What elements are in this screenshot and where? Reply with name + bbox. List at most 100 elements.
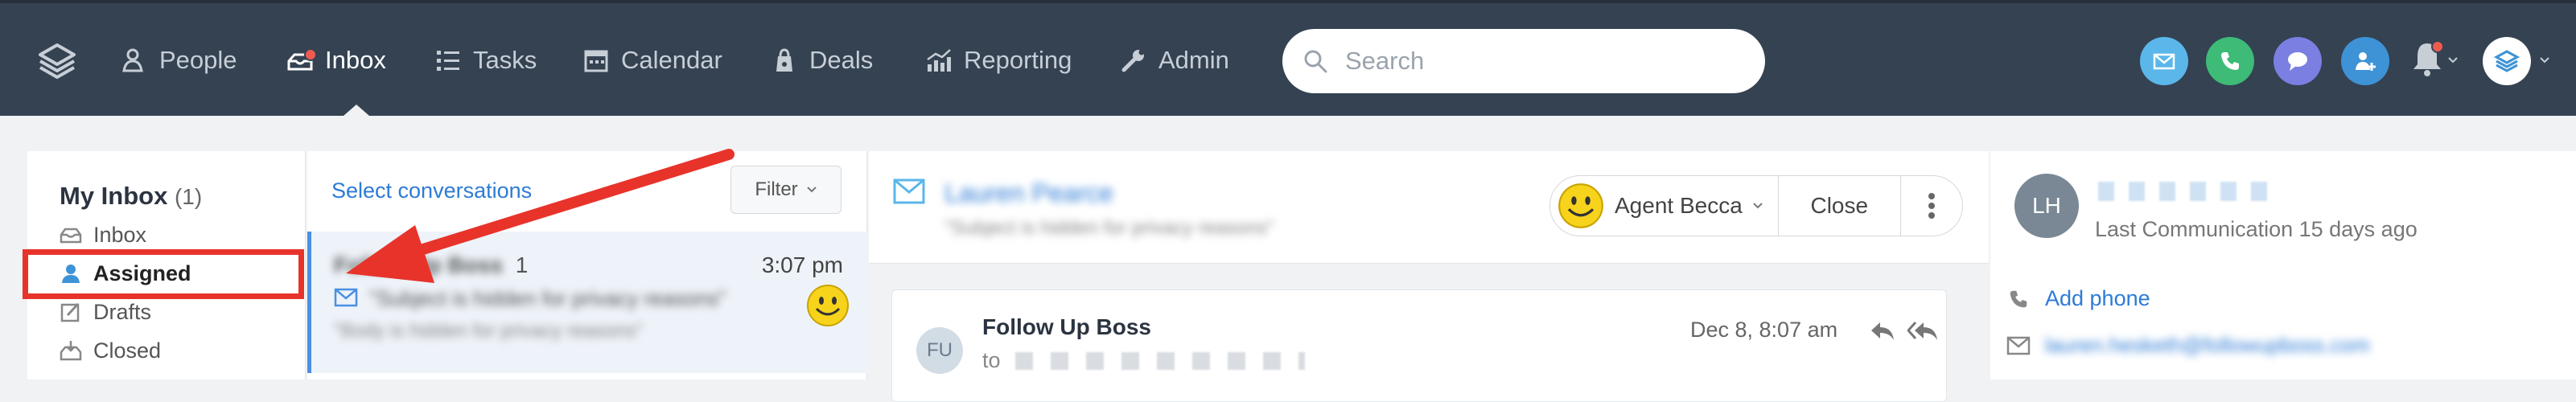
reply-all-icon[interactable] [1907, 319, 1940, 342]
top-border [0, 0, 2576, 3]
search-icon [1304, 50, 1327, 73]
notifications-button[interactable] [2407, 39, 2458, 84]
app-logo-icon[interactable] [37, 40, 77, 80]
reporting-icon [927, 49, 951, 72]
folder-inbox-label: Inbox [93, 222, 147, 247]
folder-assigned-label: Assigned [93, 260, 191, 285]
conversation-preview: "Body is hidden for privacy reasons" [334, 320, 643, 342]
assign-agent-dropdown[interactable]: Agent Becca [1550, 176, 1779, 236]
last-communication: Last Communication 15 days ago [2095, 217, 2418, 241]
user-icon [62, 265, 80, 283]
contact-avatar: LH [2014, 174, 2079, 238]
my-inbox-label: My Inbox [60, 182, 168, 210]
reply-icon[interactable] [1869, 319, 1896, 342]
deals-icon [776, 48, 792, 72]
message-to-label: to [982, 348, 1001, 372]
message-sender-avatar: FU [916, 327, 963, 374]
inbox-notification-dot [304, 48, 317, 61]
nav-deals[interactable]: Deals [771, 42, 873, 79]
notification-unread-dot [2431, 40, 2444, 53]
email-action-button[interactable] [2140, 37, 2188, 85]
envelope-icon [2006, 336, 2031, 355]
nav-people-label: People [159, 46, 237, 74]
nav-people[interactable]: People [121, 42, 237, 79]
chevron-down-icon [1753, 203, 1763, 209]
conversation-item[interactable]: Follow Up Boss 1 3:07 pm "Subject is hid… [307, 232, 867, 373]
folder-closed[interactable]: Closed [60, 334, 161, 367]
envelope-icon [893, 178, 925, 204]
call-action-button[interactable] [2206, 37, 2254, 85]
account-menu[interactable] [2483, 37, 2563, 85]
avatar [2483, 37, 2531, 85]
nav-admin-label: Admin [1158, 46, 1229, 74]
nav-calendar[interactable]: Calendar [582, 42, 722, 79]
conversation-time: 3:07 pm [761, 252, 843, 277]
nav-tasks-label: Tasks [473, 46, 537, 74]
folder-closed-label: Closed [93, 338, 162, 363]
top-navigation-bar: People Inbox Tasks Calendar Deals Report… [0, 0, 2576, 116]
thread-header: Lauren Pearce "Subject is hidden for pri… [869, 151, 1989, 264]
vertical-ellipsis-icon [1928, 193, 1935, 219]
chevron-down-icon [2448, 57, 2458, 64]
conversation-sender: Follow Up Boss 1 [334, 252, 528, 278]
chevron-down-icon [806, 187, 817, 193]
inbox-icon-wrap [286, 47, 317, 74]
active-nav-caret [344, 105, 369, 116]
filter-label: Filter [755, 178, 798, 200]
nav-inbox[interactable]: Inbox [286, 42, 386, 79]
conversation-thread-panel: Lauren Pearce "Subject is hidden for pri… [869, 151, 1989, 402]
phone-icon [2221, 52, 2239, 70]
folder-drafts[interactable]: Drafts [60, 296, 151, 328]
message-card[interactable]: FU Follow Up Boss to Dec 8, 8:07 am [891, 289, 1947, 402]
chevron-down-icon [2540, 57, 2549, 64]
thread-subject: "Subject is hidden for privacy reasons" [944, 217, 1274, 239]
tasks-icon [437, 51, 459, 71]
add-phone-link[interactable]: Add phone [2045, 286, 2150, 311]
folder-drafts-label: Drafts [93, 299, 152, 324]
nav-reporting-label: Reporting [964, 46, 1072, 74]
text-action-button[interactable] [2274, 37, 2322, 85]
select-conversations-link[interactable]: Select conversations [331, 178, 532, 203]
folder-inbox[interactable]: Inbox [60, 219, 146, 251]
people-icon [122, 48, 143, 72]
admin-icon [1121, 49, 1145, 72]
search-box[interactable] [1282, 29, 1765, 93]
nav-reporting[interactable]: Reporting [925, 42, 1072, 79]
my-inbox-count: (1) [174, 184, 203, 209]
add-person-button[interactable] [2341, 37, 2389, 85]
chat-bubble-icon [2288, 52, 2307, 71]
add-phone-row[interactable]: Add phone [2006, 286, 2150, 311]
phone-icon [2010, 290, 2027, 307]
filter-button[interactable]: Filter [730, 166, 842, 214]
inbox-tray-icon [60, 228, 82, 244]
nav-admin[interactable]: Admin [1120, 42, 1229, 79]
conversation-subject: "Subject is hidden for privacy reasons" [369, 286, 726, 310]
folder-assigned[interactable]: Assigned [60, 257, 191, 289]
brand-avatar-icon [2493, 50, 2520, 72]
redacted-recipients [1014, 351, 1305, 370]
conversation-list-panel: Select conversations Filter Follow Up Bo… [307, 151, 867, 379]
agent-avatar-smiley-icon [1558, 183, 1603, 228]
search-input[interactable] [1344, 46, 1730, 76]
conversation-sender-name: Follow Up Boss [334, 252, 503, 277]
agent-avatar-smiley-icon [807, 285, 849, 326]
add-person-icon [2356, 52, 2376, 71]
calendar-icon [584, 50, 608, 72]
nav-tasks[interactable]: Tasks [434, 42, 537, 79]
envelope-icon [2153, 53, 2175, 70]
inbox-folders-panel: My Inbox (1) Inbox Assigned Drafts Close… [27, 151, 306, 379]
envelope-icon [334, 288, 358, 307]
contact-email-row[interactable]: lauren.hesketh@followupboss.com [2006, 333, 2370, 358]
message-sender: Follow Up Boss [982, 314, 1151, 339]
close-label: Close [1810, 193, 1869, 218]
archive-icon [60, 341, 82, 361]
thread-actions-group: Agent Becca Close [1549, 175, 1963, 236]
nav-inbox-label: Inbox [325, 46, 386, 74]
message-recipients: to [982, 348, 1305, 373]
close-conversation-button[interactable]: Close [1779, 176, 1901, 236]
thread-contact-name[interactable]: Lauren Pearce [944, 178, 1113, 208]
contact-email[interactable]: lauren.hesketh@followupboss.com [2045, 333, 2370, 358]
nav-deals-label: Deals [809, 46, 874, 74]
message-date: Dec 8, 8:07 am [1690, 318, 1838, 342]
more-options-button[interactable] [1901, 176, 1962, 236]
